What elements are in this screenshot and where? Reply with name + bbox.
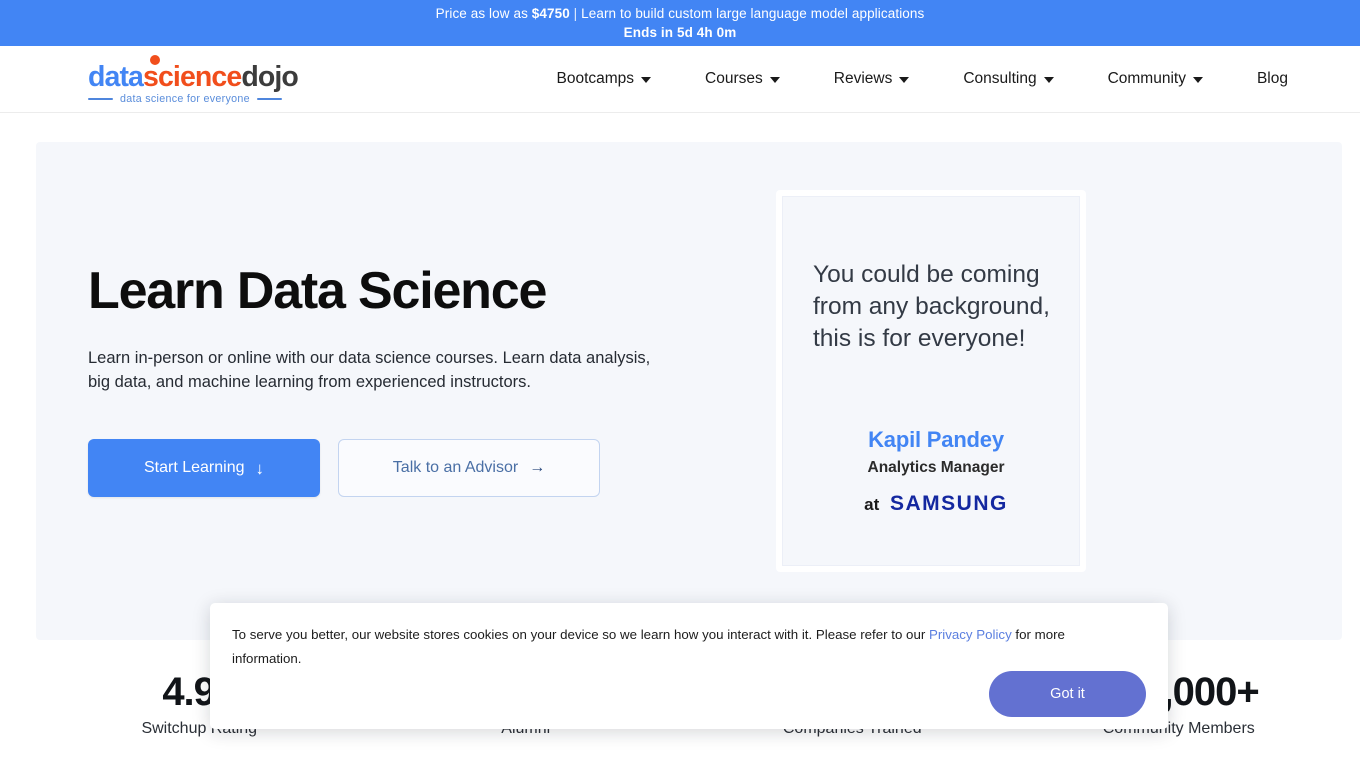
cookie-consent-banner: To serve you better, our website stores … — [210, 603, 1168, 729]
hero-subheading: Learn in-person or online with our data … — [88, 349, 651, 391]
nav-item-community[interactable]: Community — [1081, 70, 1230, 88]
nav-label-bootcamps: Bootcamps — [556, 70, 635, 87]
nav-label-reviews: Reviews — [833, 70, 893, 87]
page-root: Price as low as $4750 | Learn to build c… — [0, 0, 1360, 764]
nav-label-blog: Blog — [1256, 70, 1288, 87]
logo-tagline: data science for everyone — [120, 93, 250, 105]
promo-separator: | — [569, 6, 582, 21]
site-logo[interactable]: datasciencedojo data science for everyon… — [88, 55, 299, 105]
testimonial-at-label: at — [864, 495, 880, 514]
nav-label-consulting: Consulting — [963, 70, 1037, 87]
testimonial-company: at SAMSUNG — [696, 492, 1176, 516]
promo-line-1: Price as low as $4750 | Learn to build c… — [436, 4, 925, 23]
nav-item-blog[interactable]: Blog — [1230, 70, 1288, 88]
logo-text-dojo: dojo — [241, 61, 298, 93]
nav-item-bootcamps[interactable]: Bootcamps — [529, 70, 678, 88]
site-header: datasciencedojo data science for everyon… — [0, 46, 1360, 113]
logo-rule-left — [88, 97, 113, 101]
nav-label-courses: Courses — [705, 70, 763, 87]
arrow-down-icon: ↓ — [255, 458, 265, 478]
talk-to-advisor-label: Talk to an Advisor — [392, 459, 519, 476]
nav-item-consulting[interactable]: Consulting — [936, 70, 1080, 88]
testimonial-author-name: Kapil Pandey — [868, 427, 1004, 452]
privacy-policy-link[interactable]: Privacy Policy — [929, 627, 1012, 642]
promo-message: Learn to build custom large language mod… — [581, 6, 925, 21]
arrow-right-icon: → — [529, 459, 546, 476]
chevron-down-icon — [641, 77, 652, 83]
page-title: Learn Data Science — [88, 262, 547, 320]
logo-text-ience: ience — [172, 61, 242, 93]
hero-button-row: Start Learning ↓ Talk to an Advisor → — [88, 439, 696, 497]
chevron-down-icon — [1043, 77, 1054, 83]
promo-banner[interactable]: Price as low as $4750 | Learn to build c… — [0, 0, 1360, 46]
main-navigation: Bootcamps Courses Reviews Consulting Com… — [529, 70, 1288, 88]
talk-to-advisor-button[interactable]: Talk to an Advisor → — [338, 439, 600, 497]
start-learning-button[interactable]: Start Learning ↓ — [88, 439, 320, 497]
chevron-down-icon — [769, 77, 780, 83]
logo-person-icon — [144, 55, 166, 77]
start-learning-label: Start Learning — [143, 459, 245, 476]
chevron-down-icon — [899, 77, 910, 83]
testimonial-author-role: Analytics Manager — [867, 459, 1005, 476]
hero-section: Learn Data Science Learn in-person or on… — [36, 142, 1342, 640]
logo-rule-right — [256, 97, 282, 101]
promo-prefix: Price as low as — [435, 6, 532, 21]
nav-item-reviews[interactable]: Reviews — [807, 70, 937, 88]
logo-tagline-row: data science for everyone — [88, 93, 286, 105]
nav-item-courses[interactable]: Courses — [678, 70, 807, 88]
promo-price: $4750 — [531, 6, 570, 21]
got-it-button[interactable]: Got it — [989, 671, 1146, 717]
cookie-banner-text: To serve you better, our website stores … — [232, 623, 1132, 671]
testimonial-panel: “ “ You could be coming from any backgro… — [696, 142, 1342, 640]
chevron-down-icon — [1192, 77, 1203, 83]
cookie-text-before: To serve you better, our website stores … — [232, 627, 929, 642]
nav-label-community: Community — [1107, 70, 1186, 87]
testimonial-quote: You could be coming from any background,… — [813, 261, 1050, 352]
logo-wordmark: datasciencedojo — [88, 61, 299, 94]
hero-content: Learn Data Science Learn in-person or on… — [36, 142, 696, 640]
logo-text-data: data — [88, 61, 144, 93]
samsung-logo: SAMSUNG — [890, 492, 1008, 515]
promo-countdown: Ends in 5d 4h 0m — [623, 25, 737, 40]
